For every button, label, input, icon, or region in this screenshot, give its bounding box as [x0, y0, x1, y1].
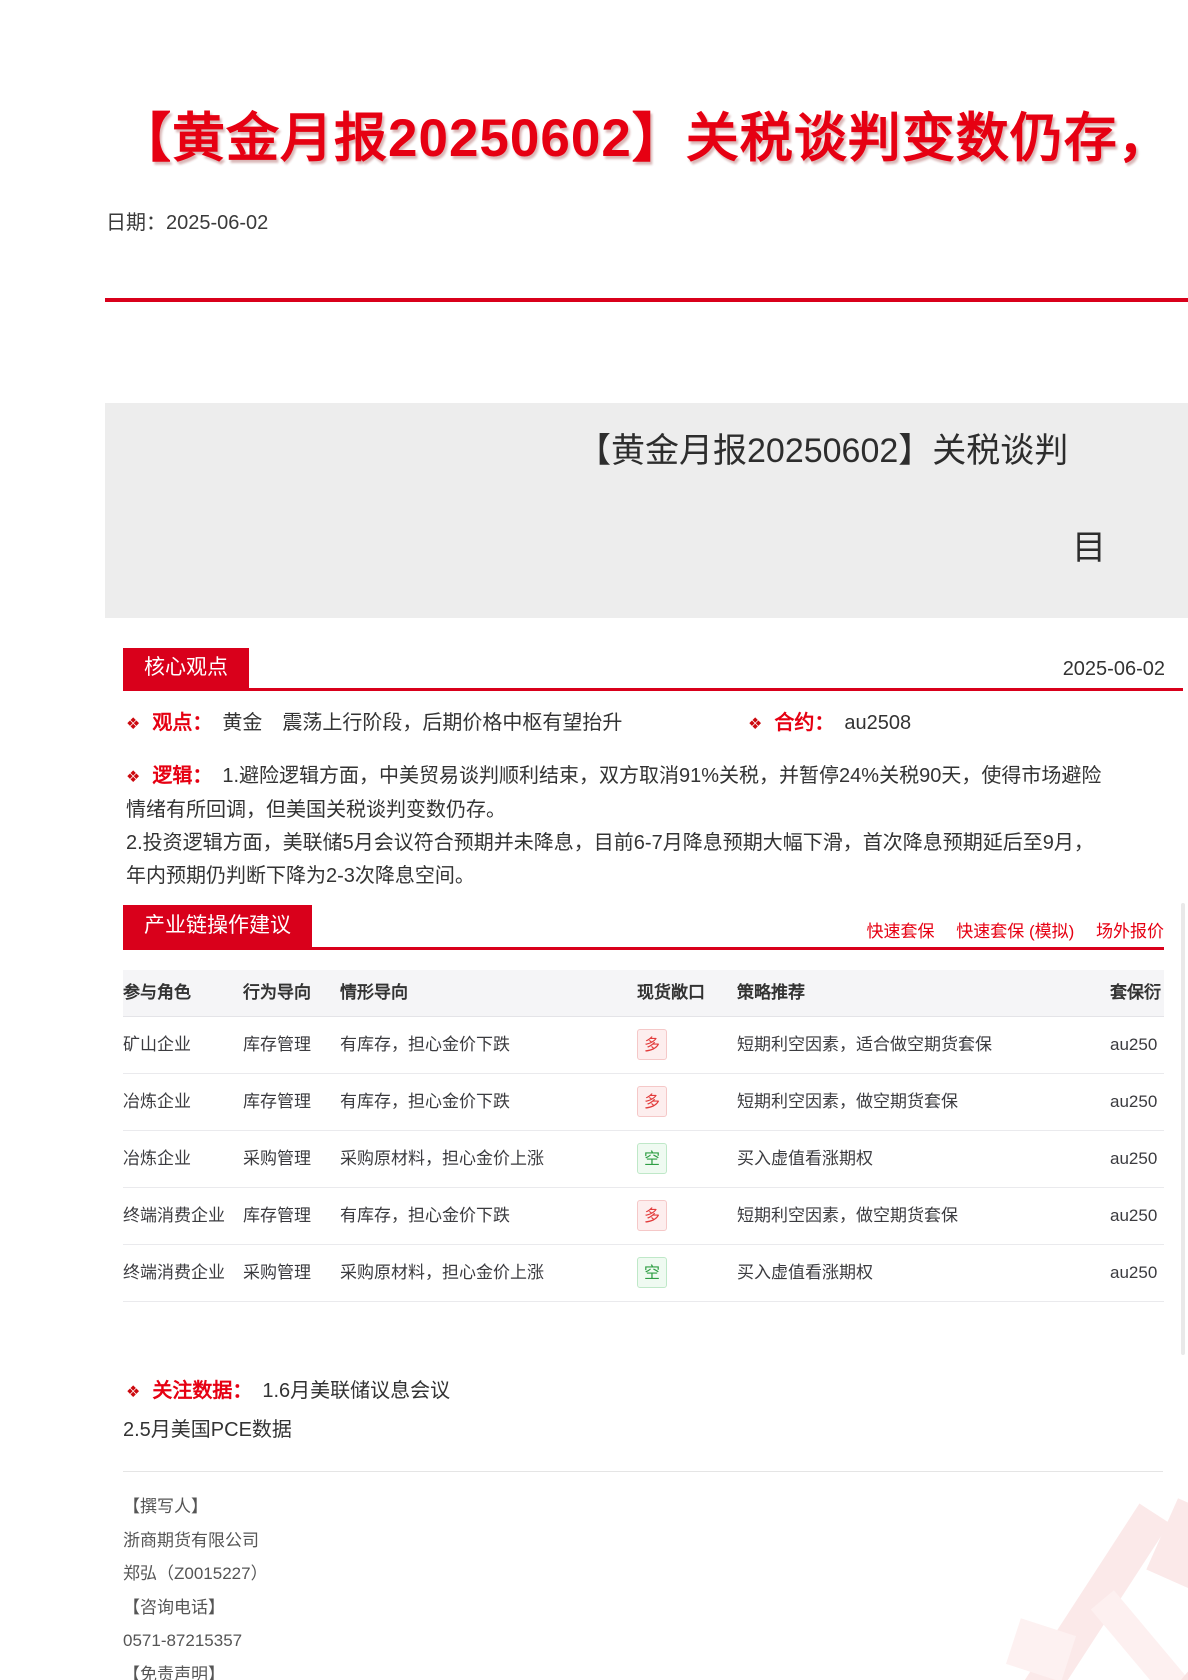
exposure-badge: 空 [637, 1257, 667, 1288]
behavior-cell: 库存管理 [243, 1187, 340, 1245]
role-cell: 冶炼企业 [123, 1073, 243, 1131]
disclaimer-header: 【免责声明】 [123, 1664, 225, 1680]
instrument-cell: au250 [1110, 1244, 1164, 1302]
author-section-header: 【撰写人】 [123, 1497, 208, 1516]
focus-data-label: 关注数据： [152, 1380, 253, 1402]
quick-links: 快速套保 快速套保 (模拟) 场外报价 [849, 917, 1164, 942]
page-title: 【黄金月报20250602】关税谈判变数仍存， [118, 109, 1172, 168]
diamond-bullet-icon: ❖ [126, 769, 141, 786]
focus-data-row: ❖ 关注数据： 1.6月美联储议息会议 [126, 1374, 450, 1403]
advice-table: 参与角色 行为导向 情形导向 现货敞口 策略推荐 套保衍 矿山企业 库存管理 有库存，担心金价… [123, 970, 1164, 1302]
instrument-cell: au250 [1110, 1130, 1164, 1188]
document-banner: 【黄金月报20250602】关税谈判 目 [105, 403, 1188, 618]
diamond-bullet-icon: ❖ [748, 716, 763, 733]
exposure-badge: 多 [637, 1029, 667, 1060]
column-header: 现货敞口 [637, 983, 705, 1002]
logic-text-2: 2.投资逻辑方面，美联储5月会议符合预期并未降息，目前6-7月降息预期大幅下滑，… [126, 832, 1094, 887]
exposure-cell: 多 [637, 1073, 737, 1131]
strategy-cell: 买入虚值看涨期权 [737, 1244, 1110, 1302]
table-row: 冶炼企业 库存管理 有库存，担心金价下跌多 短期利空因素，做空期货套保 au250 [123, 1073, 1164, 1131]
column-header: 策略推荐 [737, 983, 805, 1002]
diamond-bullet-icon: ❖ [126, 1384, 141, 1401]
exposure-badge: 空 [637, 1143, 667, 1174]
strategy-cell: 短期利空因素，做空期货套保 [737, 1073, 1110, 1131]
otc-quote-link[interactable]: 场外报价 [1096, 922, 1164, 941]
situation-cell: 有库存，担心金价下跌 [340, 1187, 637, 1245]
situation-cell: 有库存，担心金价下跌 [340, 1016, 637, 1074]
instrument-cell: au250 [1110, 1073, 1164, 1131]
section-title-core: 核心观点 [123, 648, 249, 688]
table-header-row: 参与角色 行为导向 情形导向 现货敞口 策略推荐 套保衍 [123, 970, 1164, 1017]
instrument-cell: au250 [1110, 1016, 1164, 1074]
role-cell: 终端消费企业 [123, 1187, 243, 1245]
phone-number: 0571-87215357 [123, 1631, 243, 1650]
exposure-cell: 空 [637, 1130, 737, 1188]
behavior-cell: 采购管理 [243, 1244, 340, 1302]
viewpoint-label: 观点： [152, 712, 213, 734]
exposure-cell: 多 [637, 1016, 737, 1074]
scrollbar[interactable] [1181, 903, 1185, 1355]
contract-group: ❖ 合约： au2508 [748, 706, 911, 735]
viewpoint-row: ❖ 观点： 黄金 震荡上行阶段，后期价格中枢有望抬升 ❖ 合约： au2508 [126, 706, 1166, 735]
phone-section-header: 【咨询电话】 [123, 1597, 225, 1617]
focus-data-item2: 2.5月美国PCE数据 [123, 1419, 292, 1441]
role-cell: 冶炼企业 [123, 1130, 243, 1188]
footer: 【撰写人】 浙商期货有限公司 郑弘（Z0015227） 【咨询电话】 0571-… [123, 1490, 268, 1680]
author-name: 郑弘（Z0015227） [123, 1564, 268, 1583]
behavior-cell: 库存管理 [243, 1073, 340, 1131]
advice-table-wrap: 参与角色 行为导向 情形导向 现货敞口 策略推荐 套保衍 矿山企业 库存管理 有库存，担心金价… [123, 970, 1164, 1302]
red-divider [105, 298, 1188, 302]
behavior-cell: 库存管理 [243, 1016, 340, 1074]
report-page: 【黄金月报20250602】关税谈判变数仍存， 日期：2025-06-02 【黄… [0, 0, 1188, 1680]
table-row: 矿山企业 库存管理 有库存，担心金价下跌多 短期利空因素，适合做空期货套保 au250 [123, 1016, 1164, 1074]
logic-label: 逻辑： [152, 765, 213, 787]
role-cell: 终端消费企业 [123, 1244, 243, 1302]
table-row: 终端消费企业 库存管理 有库存，担心金价下跌多 短期利空因素，做空期货套保 au250 [123, 1187, 1164, 1245]
strategy-cell: 短期利空因素，做空期货套保 [737, 1187, 1110, 1245]
situation-cell: 采购原材料，担心金价上涨 [340, 1244, 637, 1302]
diamond-bullet-icon: ❖ [126, 716, 141, 733]
exposure-cell: 空 [637, 1244, 737, 1302]
exposure-cell: 多 [637, 1187, 737, 1245]
exposure-badge: 多 [637, 1086, 667, 1117]
exposure-badge: 多 [637, 1200, 667, 1231]
column-header: 套保衍 [1110, 983, 1161, 1002]
quick-hedge-sim-link[interactable]: 快速套保 (模拟) [956, 922, 1074, 941]
quick-hedge-link[interactable]: 快速套保 [866, 922, 934, 941]
behavior-cell: 采购管理 [243, 1130, 340, 1188]
strategy-cell: 短期利空因素，适合做空期货套保 [737, 1016, 1110, 1074]
role-cell: 矿山企业 [123, 1016, 243, 1074]
banner-subtitle: 目 [1072, 529, 1106, 567]
logic-text-1: 1.避险逻辑方面，中美贸易谈判顺利结束，双方取消91%关税，并暂停24%关税90… [126, 765, 1102, 821]
instrument-cell: au250 [1110, 1187, 1164, 1245]
column-header: 行为导向 [243, 983, 311, 1002]
core-view-date: 2025-06-02 [1062, 658, 1165, 680]
situation-cell: 采购原材料，担心金价上涨 [340, 1130, 637, 1188]
banner-title: 【黄金月报20250602】关税谈判 [577, 432, 1069, 470]
strategy-cell: 买入虚值看涨期权 [737, 1130, 1110, 1188]
industry-header: 产业链操作建议 快速套保 快速套保 (模拟) 场外报价 [123, 905, 1164, 950]
column-header: 参与角色 [123, 983, 191, 1002]
section-title-industry: 产业链操作建议 [123, 905, 312, 947]
table-body: 矿山企业 库存管理 有库存，担心金价下跌多短期利空因素，适合做空期货套保 au250 冶… [123, 1016, 1164, 1302]
contract-value: au2508 [844, 712, 912, 734]
contract-label: 合约： [774, 712, 835, 734]
situation-cell: 有库存，担心金价下跌 [340, 1073, 637, 1131]
table-row: 冶炼企业 采购管理 采购原材料，担心金价上涨空 买入虚值看涨期权 au250 [123, 1130, 1164, 1188]
core-view-header: 核心观点 2025-06-02 [123, 648, 1183, 691]
footer-divider [123, 1471, 1163, 1472]
column-header: 情形导向 [340, 983, 408, 1002]
viewpoint-text: 黄金 震荡上行阶段，后期价格中枢有望抬升 [222, 712, 623, 734]
company-name: 浙商期货有限公司 [123, 1530, 259, 1550]
report-date: 日期：2025-06-02 [106, 212, 269, 234]
logic-paragraph: ❖ 逻辑： 1.避险逻辑方面，中美贸易谈判顺利结束，双方取消91%关税，并暂停24%… [126, 760, 1111, 893]
focus-data-item1: 1.6月美联储议息会议 [262, 1380, 451, 1402]
table-row: 终端消费企业 采购管理 采购原材料，担心金价上涨空 买入虚值看涨期权 au250 [123, 1244, 1164, 1302]
